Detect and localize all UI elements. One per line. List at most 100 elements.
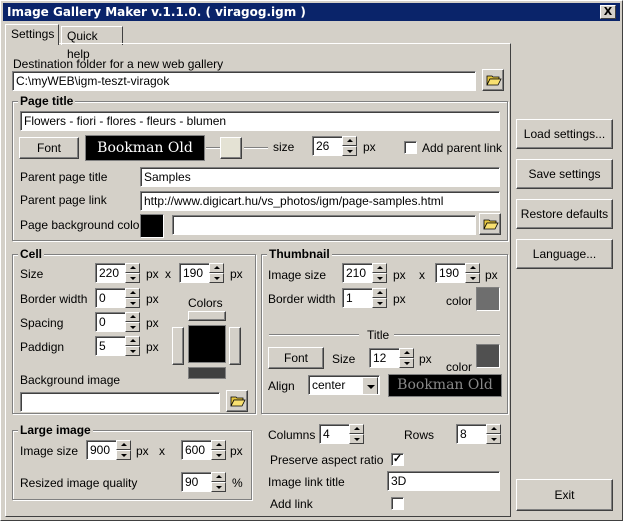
add-parent-link-checkbox[interactable] [404,141,417,154]
close-button[interactable]: X [600,5,616,19]
cell-right-border-color[interactable] [229,327,241,365]
divider [244,147,268,149]
stepper-up-icon[interactable] [399,348,414,358]
stepper-up-icon[interactable] [349,424,364,434]
thumb-height-value[interactable]: 190 [435,263,465,283]
thumb-border-value[interactable]: 1 [342,288,372,308]
page-title-color-swatch[interactable] [220,137,242,159]
stepper-up-icon[interactable] [125,312,140,322]
thumb-title-color-swatch[interactable] [476,344,500,368]
page-font-button[interactable]: Font [19,137,79,159]
stepper-down-icon[interactable] [125,298,140,308]
cell-bg-image-input[interactable] [20,392,220,412]
save-settings-button[interactable]: Save settings as... [516,159,613,209]
stepper-up-icon[interactable] [125,263,140,273]
destination-browse-button[interactable] [482,69,504,91]
stepper-up-icon[interactable] [211,440,226,450]
stepper-up-icon[interactable] [465,263,480,273]
stepper-down-icon[interactable] [125,322,140,332]
cell-border-stepper[interactable]: 0 [95,288,140,308]
thumb-title-size-value[interactable]: 12 [369,348,399,368]
stepper-down-icon[interactable] [211,482,226,492]
stepper-up-icon[interactable] [372,263,387,273]
stepper-up-icon[interactable] [209,263,224,273]
large-width-value[interactable]: 900 [86,440,116,460]
stepper-up-icon[interactable] [342,136,357,146]
stepper-up-icon[interactable] [372,288,387,298]
stepper-down-icon[interactable] [465,273,480,283]
cell-padding-value[interactable]: 5 [95,336,125,356]
parent-title-input[interactable]: Samples [140,167,500,187]
stepper-down-icon[interactable] [372,298,387,308]
cell-size-label: Size [20,267,44,281]
destination-input[interactable]: C:\myWEB\igm-teszt-viragok [12,71,476,91]
language-button[interactable]: Language... [516,239,613,269]
rows-value[interactable]: 8 [456,424,486,444]
cell-bg-browse-button[interactable] [226,390,248,412]
page-bg-color-swatch[interactable] [140,214,164,238]
stepper-down-icon[interactable] [399,358,414,368]
thumb-height-stepper[interactable]: 190 [435,263,480,283]
stepper-down-icon[interactable] [125,346,140,356]
stepper-down-icon[interactable] [209,273,224,283]
link-title-input[interactable]: 3D [387,471,500,491]
page-size-label: size [273,140,295,154]
stepper-up-icon[interactable] [486,424,501,434]
stepper-up-icon[interactable] [125,336,140,346]
large-height-stepper[interactable]: 600 [181,440,226,460]
cell-top-border-color[interactable] [188,311,226,321]
thumb-width-value[interactable]: 210 [342,263,372,283]
quality-value[interactable]: 90 [181,472,211,492]
tab-settings[interactable]: Settings [5,24,59,45]
stepper-down-icon[interactable] [486,434,501,444]
page-bg-browse-button[interactable] [479,213,501,235]
cell-left-border-color[interactable] [172,327,184,365]
large-height-value[interactable]: 600 [181,440,211,460]
page-size-value[interactable]: 26 [312,136,342,156]
cell-bg-color-swatch[interactable] [188,325,226,363]
stepper-down-icon[interactable] [349,434,364,444]
columns-stepper[interactable]: 4 [319,424,364,444]
thumb-width-stepper[interactable]: 210 [342,263,387,283]
stepper-down-icon[interactable] [116,450,131,460]
stepper-down-icon[interactable] [211,450,226,460]
large-px-label: px [230,444,243,458]
load-settings-button[interactable]: Load settings... [516,119,613,149]
cell-height-stepper[interactable]: 190 [179,263,224,283]
page-title-input[interactable]: Flowers - fiori - flores - fleurs - blum… [20,111,500,131]
large-width-stepper[interactable]: 900 [86,440,131,460]
thumb-border-stepper[interactable]: 1 [342,288,387,308]
thumb-border-color-swatch[interactable] [476,287,500,311]
cell-spacing-stepper[interactable]: 0 [95,312,140,332]
cell-spacing-value[interactable]: 0 [95,312,125,332]
stepper-up-icon[interactable] [211,472,226,482]
parent-link-input[interactable]: http://www.digicart.hu/vs_photos/igm/pag… [140,191,500,211]
add-link-checkbox[interactable] [391,497,404,510]
page-bg-image-input[interactable] [172,215,476,235]
columns-value[interactable]: 4 [319,424,349,444]
preserve-aspect-checkbox[interactable]: ✓ [391,453,404,466]
stepper-down-icon[interactable] [125,273,140,283]
cell-padding-stepper[interactable]: 5 [95,336,140,356]
cell-group-label: Cell [18,247,45,261]
stepper-down-icon[interactable] [372,273,387,283]
cell-bottom-border-color[interactable] [188,367,226,379]
page-size-stepper[interactable]: 26 [312,136,357,156]
stepper-up-icon[interactable] [125,288,140,298]
cell-border-value[interactable]: 0 [95,288,125,308]
thumb-align-select[interactable]: center [308,375,380,395]
thumb-title-size-stepper[interactable]: 12 [369,348,414,368]
exit-button[interactable]: Exit [516,479,613,511]
thumb-font-button[interactable]: Font [268,347,324,369]
stepper-up-icon[interactable] [116,440,131,450]
restore-defaults-button[interactable]: Restore defaults [516,199,613,229]
rows-stepper[interactable]: 8 [456,424,501,444]
cell-width-stepper[interactable]: 220 [95,263,140,283]
cell-width-value[interactable]: 220 [95,263,125,283]
parent-link-label: Parent page link [20,193,107,207]
chevron-down-icon[interactable] [362,377,378,394]
stepper-down-icon[interactable] [342,146,357,156]
cell-height-value[interactable]: 190 [179,263,209,283]
thumb-title-color-label: color [446,360,473,374]
quality-stepper[interactable]: 90 [181,472,226,492]
